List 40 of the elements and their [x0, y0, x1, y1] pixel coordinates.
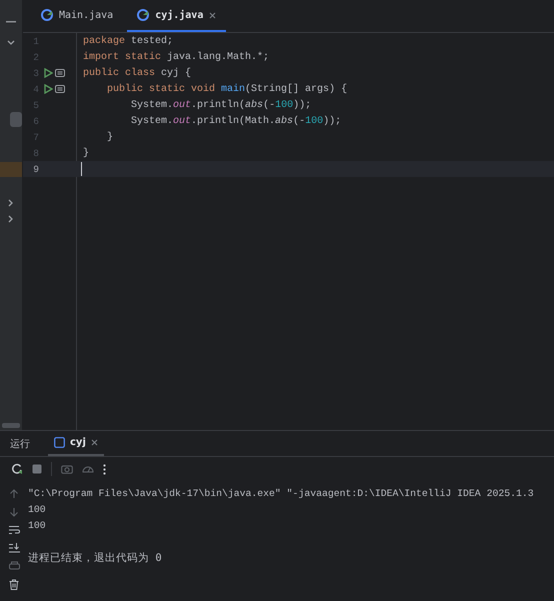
gauge-icon[interactable]	[82, 464, 94, 474]
scroll-end-icon[interactable]	[8, 543, 20, 553]
code-line: public static void main(String[] args) {	[106, 84, 348, 94]
camera-icon[interactable]	[61, 464, 73, 474]
file-tab[interactable]: cyj.java	[127, 0, 226, 32]
down-arrow-icon[interactable]	[9, 507, 19, 517]
class-icon	[137, 9, 150, 21]
code-line: }	[82, 148, 90, 158]
scroll-marker	[10, 112, 22, 127]
code-line: }	[106, 132, 114, 142]
wrap-icon[interactable]	[8, 525, 20, 535]
chevron-down-icon[interactable]	[7, 40, 15, 46]
window-icon	[54, 437, 65, 448]
code-line: public class cyj {	[82, 68, 192, 78]
rerun-icon[interactable]	[11, 463, 23, 475]
highlight-marker	[0, 162, 22, 177]
close-icon[interactable]	[90, 439, 98, 446]
panel-title: 运行	[10, 438, 30, 450]
console-line: 进程已结束，退出代码为 0	[28, 551, 163, 566]
console-line: "C:\Program Files\Java\jdk-17\bin\java.exe" "-javaagent:D:\IDEA\IntelliJ IDEA 2025.1.3	[28, 487, 534, 501]
keyboard-icon[interactable]	[55, 85, 65, 93]
trash-icon[interactable]	[9, 579, 19, 590]
console-line: 100	[28, 503, 47, 517]
stop-icon[interactable]	[32, 464, 42, 474]
line-number: 9	[32, 164, 39, 174]
run-tab[interactable]: cyj	[48, 431, 104, 456]
keyboard-icon[interactable]	[55, 69, 65, 77]
print-icon[interactable]	[8, 561, 20, 571]
class-icon	[41, 9, 53, 21]
file-tab[interactable]: Main.java	[31, 0, 124, 32]
close-icon[interactable]	[209, 12, 216, 18]
code-line: package tested;	[82, 36, 174, 46]
more-icon[interactable]	[103, 464, 106, 474]
code-line: System.out.println(Math.abs(-100));	[130, 116, 342, 126]
code-line: System.out.println(abs(-100));	[130, 100, 312, 110]
up-arrow-icon[interactable]	[9, 489, 19, 499]
code-line: import static java.lang.Math.*;	[82, 52, 270, 62]
scrollbar-thumb[interactable]	[2, 423, 20, 428]
console-line: 100	[28, 519, 47, 533]
minus-icon[interactable]	[6, 20, 16, 24]
